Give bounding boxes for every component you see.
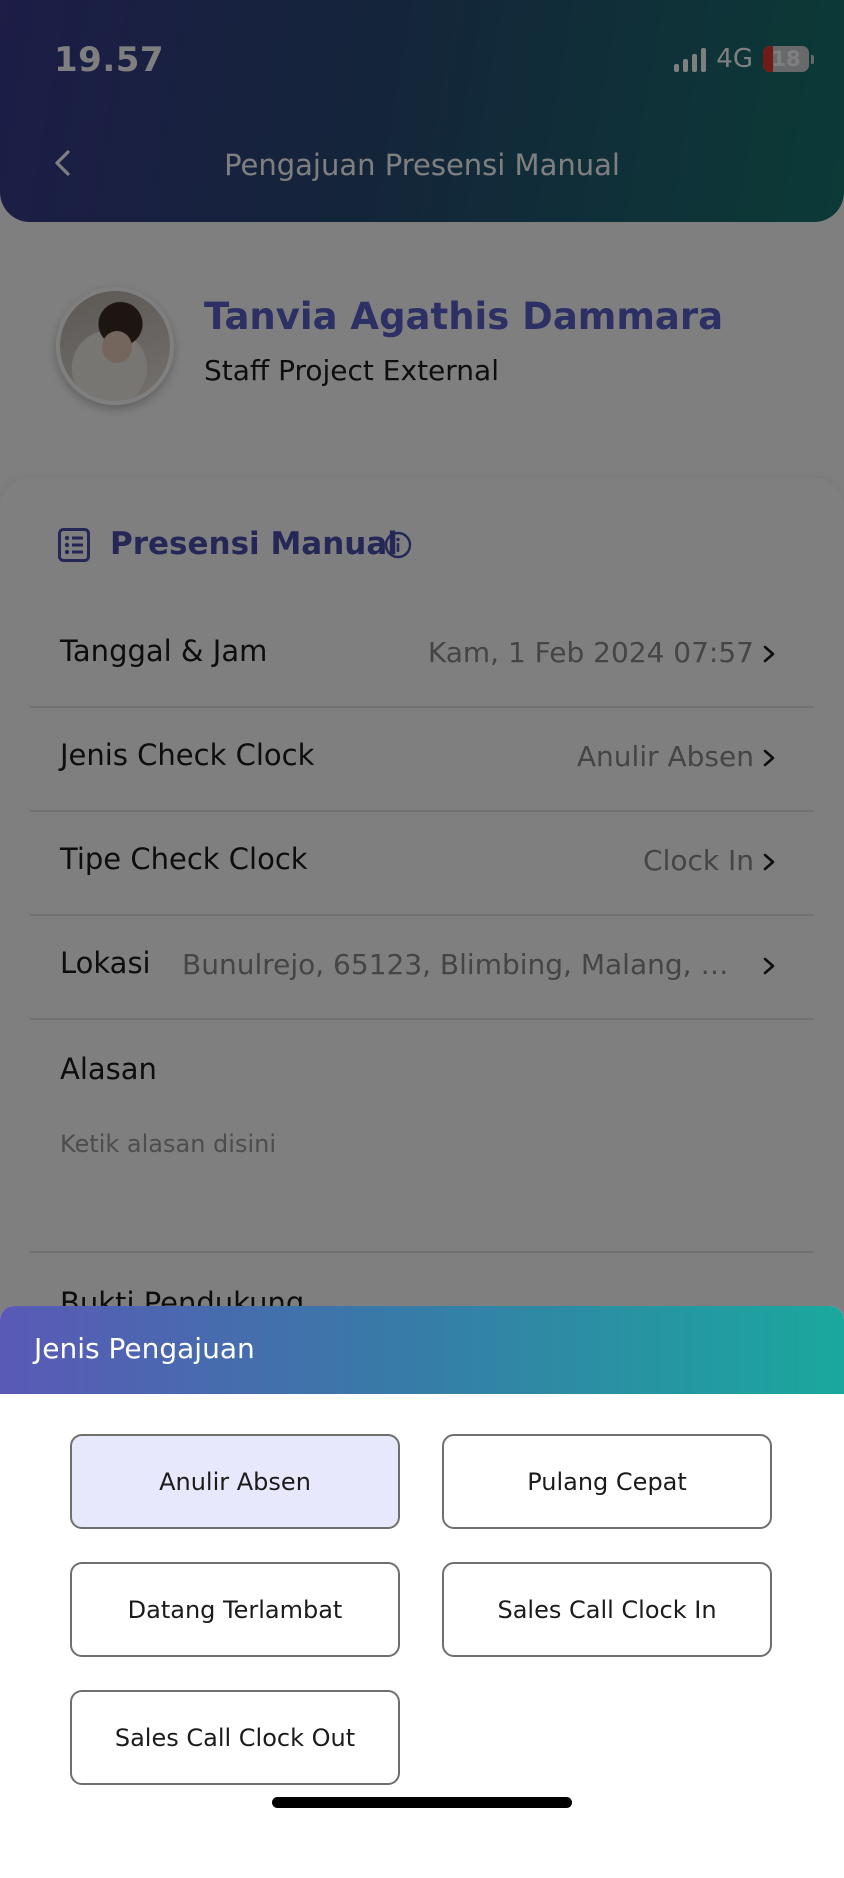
home-indicator: [272, 1797, 572, 1808]
option-sales-call-clock-in[interactable]: Sales Call Clock In: [442, 1562, 772, 1657]
jenis-pengajuan-sheet: Jenis Pengajuan Anulir Absen Pulang Cepa…: [0, 1306, 844, 1827]
option-sales-call-clock-out[interactable]: Sales Call Clock Out: [70, 1690, 400, 1785]
page: 19.57 4G 18 Pengajuan Presensi Manual Ta…: [0, 0, 844, 1878]
sheet-header: Jenis Pengajuan: [0, 1306, 844, 1394]
option-anulir-absen[interactable]: Anulir Absen: [70, 1434, 400, 1529]
option-datang-terlambat[interactable]: Datang Terlambat: [70, 1562, 400, 1657]
sheet-title: Jenis Pengajuan: [34, 1332, 255, 1365]
option-pulang-cepat[interactable]: Pulang Cepat: [442, 1434, 772, 1529]
